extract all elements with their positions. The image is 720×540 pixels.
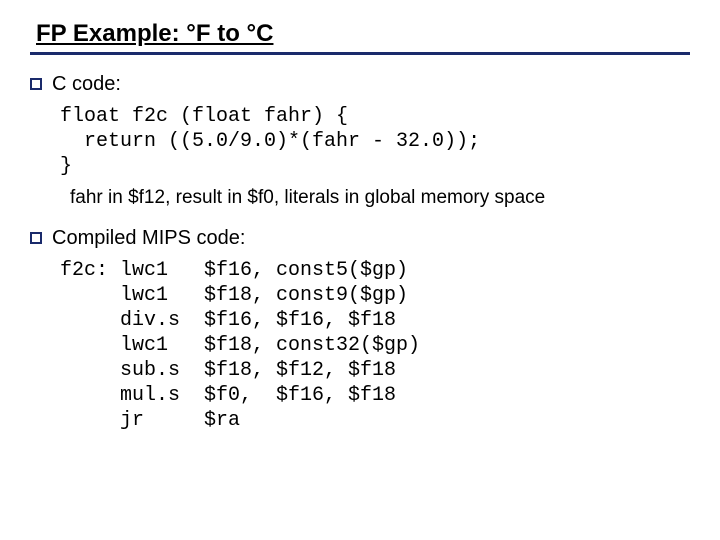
section-label: C code: — [52, 73, 121, 96]
square-bullet-icon — [30, 232, 42, 244]
section-label: Compiled MIPS code: — [52, 227, 245, 250]
section-mips-code: Compiled MIPS code: — [30, 227, 690, 250]
slide-title: FP Example: °F to °C — [30, 20, 690, 55]
c-code-block: float f2c (float fahr) { return ((5.0/9.… — [60, 104, 690, 179]
square-bullet-icon — [30, 78, 42, 90]
mips-code-block: f2c: lwc1 $f16, const5($gp) lwc1 $f18, c… — [60, 258, 690, 433]
c-code-note: fahr in $f12, result in $f0, literals in… — [70, 187, 690, 209]
section-c-code: C code: — [30, 73, 690, 96]
